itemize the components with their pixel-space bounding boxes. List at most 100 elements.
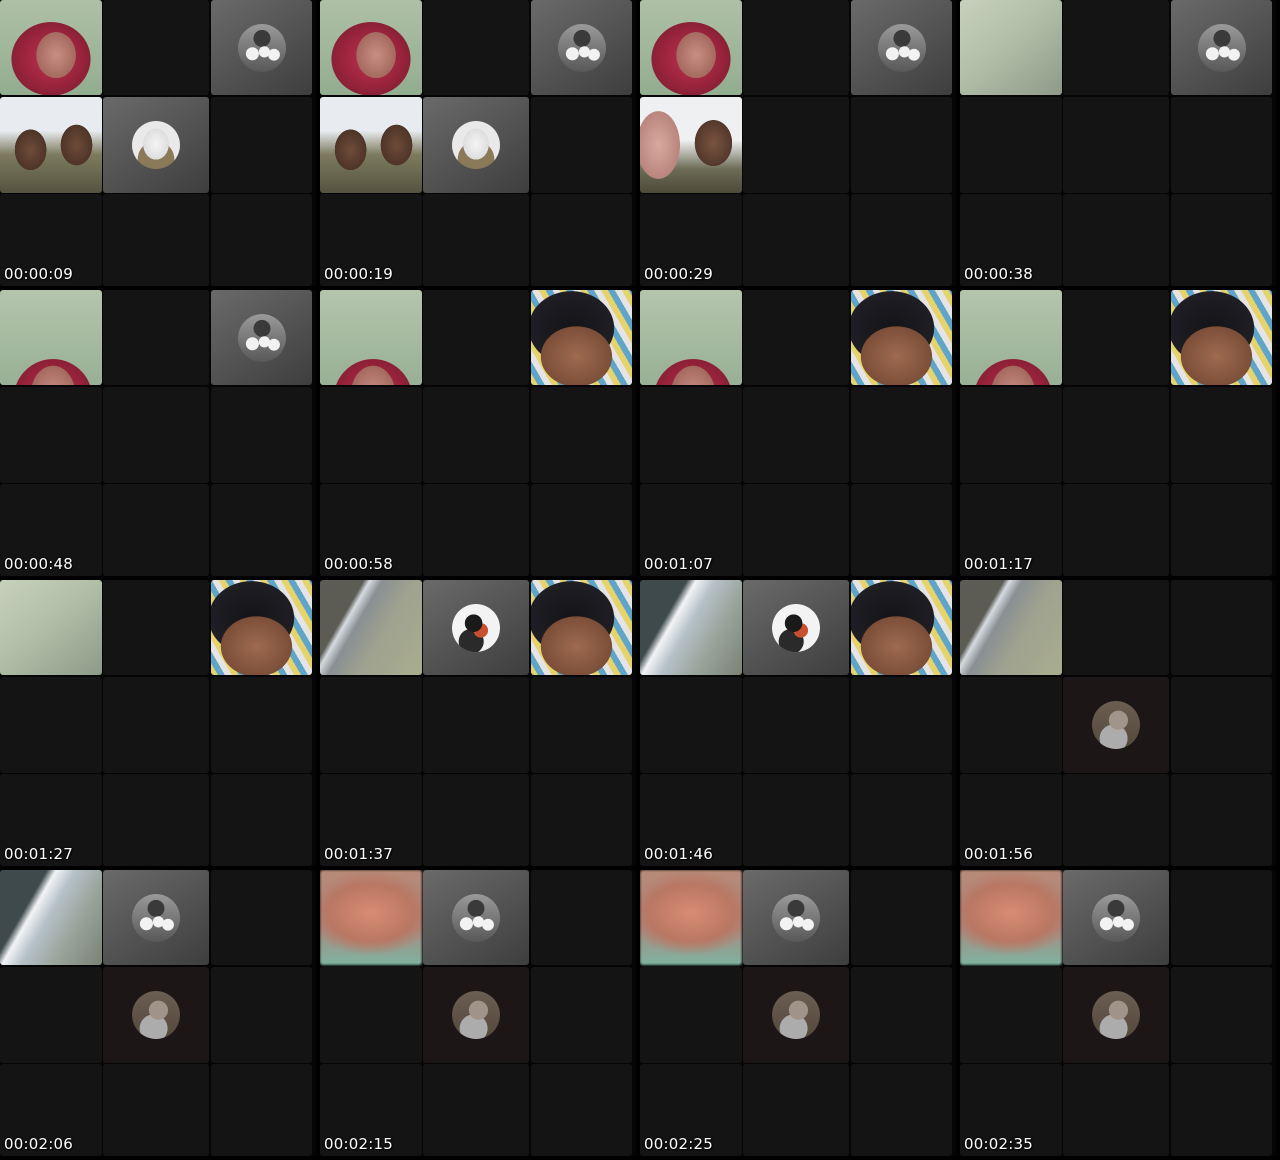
avatar-tile: [211, 290, 312, 385]
empty-tile: [423, 194, 529, 286]
empty-tile: [211, 194, 312, 286]
call-frame-thumbnail[interactable]: 00:01:27: [0, 580, 316, 866]
video-tile-girl: [640, 290, 742, 385]
empty-tile: [211, 97, 312, 193]
frame-timestamp: 00:00:29: [644, 265, 713, 283]
call-frame-thumbnail[interactable]: 00:01:17: [960, 290, 1276, 576]
video-tile-boy: [211, 580, 312, 675]
empty-tile: [743, 290, 849, 385]
call-frame-thumbnail[interactable]: 00:01:56: [960, 580, 1276, 866]
call-frame-thumbnail[interactable]: 00:02:15: [320, 870, 636, 1156]
frame-timestamp: 00:00:58: [324, 555, 393, 573]
empty-tile: [1171, 870, 1272, 965]
empty-tile: [1063, 194, 1169, 286]
empty-tile: [103, 0, 209, 95]
empty-tile: [960, 97, 1062, 193]
avatar-tile: [1063, 677, 1169, 773]
empty-tile: [0, 967, 102, 1063]
empty-tile: [531, 1064, 632, 1156]
empty-tile: [1063, 580, 1169, 675]
empty-tile: [211, 774, 312, 866]
call-frame-thumbnail[interactable]: 00:00:09: [0, 0, 316, 286]
frame-timestamp: 00:01:46: [644, 845, 713, 863]
empty-tile: [1063, 290, 1169, 385]
video-tile-soldiers: [320, 97, 422, 193]
empty-tile: [1171, 677, 1272, 773]
video-tile-boy: [531, 580, 632, 675]
empty-tile: [960, 677, 1062, 773]
empty-tile: [531, 967, 632, 1063]
video-tile-girl: [0, 0, 102, 95]
video-tile-wall: [0, 580, 102, 675]
empty-tile: [743, 677, 849, 773]
empty-tile: [423, 677, 529, 773]
call-frame-thumbnail[interactable]: 00:01:46: [640, 580, 956, 866]
avatar-tile: [423, 580, 529, 675]
avatar-group-icon: [132, 893, 180, 942]
video-tile-boy: [531, 290, 632, 385]
avatar-mask-icon: [132, 121, 180, 169]
call-frame-thumbnail[interactable]: 00:00:48: [0, 290, 316, 576]
frame-timestamp: 00:01:56: [964, 845, 1033, 863]
empty-tile: [211, 967, 312, 1063]
empty-tile: [211, 387, 312, 483]
empty-tile: [851, 967, 952, 1063]
avatar-tile: [851, 0, 952, 95]
avatar-tile: [743, 580, 849, 675]
video-tile-window: [640, 580, 742, 675]
call-frame-thumbnail[interactable]: 00:00:58: [320, 290, 636, 576]
empty-tile: [640, 387, 742, 483]
empty-tile: [320, 387, 422, 483]
empty-tile: [103, 290, 209, 385]
frame-timestamp: 00:01:17: [964, 555, 1033, 573]
video-tile-soldier: [640, 97, 742, 193]
empty-tile: [1171, 97, 1272, 193]
avatar-tile: [1171, 0, 1272, 95]
empty-tile: [1063, 97, 1169, 193]
empty-tile: [743, 387, 849, 483]
avatar-tile: [743, 967, 849, 1063]
empty-tile: [851, 194, 952, 286]
avatar-phone-icon: [452, 603, 500, 652]
call-frame-thumbnail[interactable]: 00:01:07: [640, 290, 956, 576]
empty-tile: [1063, 484, 1169, 576]
avatar-tile: [1063, 870, 1169, 965]
call-frame-thumbnail[interactable]: 00:02:35: [960, 870, 1276, 1156]
empty-tile: [640, 677, 742, 773]
avatar-group-icon: [557, 23, 606, 72]
empty-tile: [0, 387, 102, 483]
call-frame-thumbnail[interactable]: 00:02:06: [0, 870, 316, 1156]
empty-tile: [851, 1064, 952, 1156]
video-tile-blurred: [320, 870, 422, 965]
avatar-group-icon: [452, 893, 500, 942]
empty-tile: [1063, 1064, 1169, 1156]
call-frame-thumbnail[interactable]: 00:02:25: [640, 870, 956, 1156]
empty-tile: [211, 484, 312, 576]
avatar-portrait-icon: [452, 991, 500, 1039]
empty-tile: [531, 774, 632, 866]
avatar-tile: [531, 0, 632, 95]
avatar-portrait-icon: [1092, 701, 1140, 749]
frame-timestamp: 00:01:27: [4, 845, 73, 863]
call-frame-thumbnail[interactable]: 00:01:37: [320, 580, 636, 866]
frame-timestamp: 00:00:09: [4, 265, 73, 283]
avatar-tile: [1063, 967, 1169, 1063]
call-frame-thumbnail[interactable]: 00:00:38: [960, 0, 1276, 286]
empty-tile: [211, 1064, 312, 1156]
empty-tile: [531, 97, 632, 193]
empty-tile: [1063, 0, 1169, 95]
empty-tile: [743, 484, 849, 576]
call-frame-thumbnail[interactable]: 00:00:29: [640, 0, 956, 286]
call-frame-thumbnail[interactable]: 00:00:19: [320, 0, 636, 286]
empty-tile: [423, 774, 529, 866]
empty-tile: [1171, 387, 1272, 483]
empty-tile: [103, 387, 209, 483]
empty-tile: [1063, 387, 1169, 483]
frame-timestamp: 00:01:07: [644, 555, 713, 573]
avatar-tile: [423, 870, 529, 965]
empty-tile: [851, 484, 952, 576]
empty-tile: [531, 677, 632, 773]
frame-timestamp: 00:02:06: [4, 1135, 73, 1153]
empty-tile: [1063, 774, 1169, 866]
empty-tile: [1171, 194, 1272, 286]
